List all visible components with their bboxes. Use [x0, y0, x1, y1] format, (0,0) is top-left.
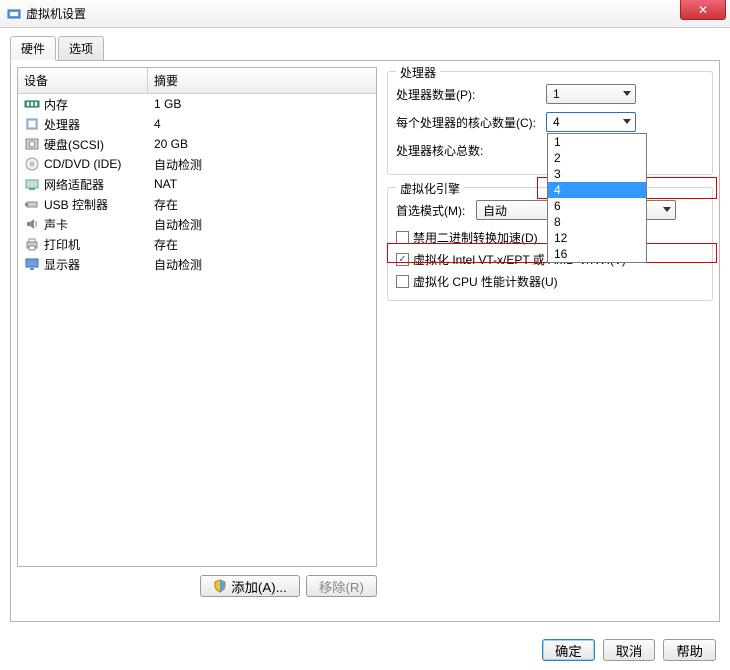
cores-value: 4	[553, 115, 560, 129]
chevron-down-icon	[623, 91, 631, 96]
total-cores-label: 处理器核心总数:	[396, 142, 546, 159]
cancel-button-label: 取消	[616, 641, 643, 660]
checkbox-cpu-counter[interactable]	[396, 275, 409, 288]
remove-button-label: 移除(R)	[319, 577, 364, 596]
cores-option[interactable]: 2	[548, 150, 646, 166]
proc-count-value: 1	[553, 87, 560, 101]
usb-icon	[24, 196, 40, 212]
device-name: 硬盘(SCSI)	[44, 136, 104, 153]
add-button-label: 添加(A)...	[231, 577, 287, 596]
engine-legend: 虚拟化引擎	[396, 180, 464, 197]
cores-label: 每个处理器的核心数量(C):	[396, 114, 546, 131]
tab-hardware[interactable]: 硬件	[10, 36, 56, 61]
device-name: 声卡	[44, 216, 68, 233]
row-proc-count: 处理器数量(P): 1	[396, 82, 704, 106]
device-summary: 自动检测	[148, 215, 376, 234]
device-row[interactable]: 硬盘(SCSI) 20 GB	[18, 134, 376, 154]
proc-count-select[interactable]: 1	[546, 84, 636, 104]
cpu-counter-label: 虚拟化 CPU 性能计数器(U)	[413, 273, 558, 290]
device-name: 网络适配器	[44, 176, 104, 193]
device-summary: 20 GB	[148, 136, 376, 152]
device-name: 内存	[44, 96, 68, 113]
device-name: 打印机	[44, 236, 80, 253]
device-summary: 存在	[148, 195, 376, 214]
checkbox-disable-binary[interactable]	[396, 231, 409, 244]
disk-icon	[24, 136, 40, 152]
close-icon: ✕	[698, 3, 708, 17]
device-buttons-row: 添加(A)... 移除(R)	[17, 567, 377, 597]
help-button[interactable]: 帮助	[663, 639, 716, 661]
device-name: CD/DVD (IDE)	[44, 157, 121, 171]
disable-binary-label: 禁用二进制转换加速(D)	[413, 229, 538, 246]
app-icon	[6, 6, 22, 22]
row-cores-per-proc: 每个处理器的核心数量(C): 4 1234681216	[396, 110, 704, 134]
tab-options[interactable]: 选项	[58, 36, 104, 61]
tab-panel: 设备 摘要 内存 1 GB 处理器 4 硬盘(SCSI) 20 GB CD/DVD (IDE…	[10, 60, 720, 622]
device-row[interactable]: 打印机 存在	[18, 234, 376, 254]
cores-option[interactable]: 16	[548, 246, 646, 262]
device-summary: 自动检测	[148, 155, 376, 174]
device-summary: 存在	[148, 235, 376, 254]
memory-icon	[24, 96, 40, 112]
window-title: 虚拟机设置	[26, 5, 86, 22]
device-name: 处理器	[44, 116, 80, 133]
cd-icon	[24, 156, 40, 172]
chevron-down-icon	[623, 119, 631, 124]
processors-legend: 处理器	[396, 64, 440, 81]
device-name: USB 控制器	[44, 196, 108, 213]
tab-strip: 硬件 选项	[10, 36, 720, 61]
device-summary: 1 GB	[148, 96, 376, 112]
cores-dropdown[interactable]: 1234681216	[547, 133, 647, 263]
device-row[interactable]: 处理器 4	[18, 114, 376, 134]
device-table: 设备 摘要 内存 1 GB 处理器 4 硬盘(SCSI) 20 GB CD/DVD (IDE…	[17, 67, 377, 567]
dialog-footer: 确定 取消 帮助	[0, 630, 730, 670]
chevron-down-icon	[663, 207, 671, 212]
right-pane: 处理器 处理器数量(P): 1 每个处理器的核心数量(C): 4 1234681…	[387, 67, 713, 615]
shield-icon	[213, 579, 227, 593]
tab-hardware-label: 硬件	[21, 42, 45, 56]
cores-option[interactable]: 3	[548, 166, 646, 182]
sound-icon	[24, 216, 40, 232]
device-table-header: 设备 摘要	[18, 68, 376, 94]
left-pane: 设备 摘要 内存 1 GB 处理器 4 硬盘(SCSI) 20 GB CD/DVD (IDE…	[17, 67, 377, 615]
help-button-label: 帮助	[676, 641, 703, 660]
mode-value: 自动	[483, 202, 507, 219]
device-row[interactable]: 内存 1 GB	[18, 94, 376, 114]
cores-option[interactable]: 12	[548, 230, 646, 246]
net-icon	[24, 176, 40, 192]
device-row[interactable]: 网络适配器 NAT	[18, 174, 376, 194]
tab-options-label: 选项	[69, 42, 93, 56]
cores-select[interactable]: 4 1234681216	[546, 112, 636, 132]
processors-group: 处理器 处理器数量(P): 1 每个处理器的核心数量(C): 4 1234681…	[387, 71, 713, 175]
device-summary: NAT	[148, 176, 376, 192]
cores-option[interactable]: 6	[548, 198, 646, 214]
device-summary: 自动检测	[148, 255, 376, 274]
add-button[interactable]: 添加(A)...	[200, 575, 300, 597]
device-summary: 4	[148, 116, 376, 132]
cancel-button[interactable]: 取消	[603, 639, 656, 661]
ok-button-label: 确定	[555, 641, 582, 660]
header-device[interactable]: 设备	[18, 68, 148, 93]
device-name: 显示器	[44, 256, 80, 273]
proc-count-label: 处理器数量(P):	[396, 86, 546, 103]
device-row[interactable]: USB 控制器 存在	[18, 194, 376, 214]
cores-option[interactable]: 4	[548, 182, 646, 198]
device-row[interactable]: 显示器 自动检测	[18, 254, 376, 274]
header-summary[interactable]: 摘要	[148, 68, 376, 93]
close-button[interactable]: ✕	[680, 0, 726, 20]
display-icon	[24, 256, 40, 272]
ok-button[interactable]: 确定	[542, 639, 595, 661]
printer-icon	[24, 236, 40, 252]
cores-option[interactable]: 1	[548, 134, 646, 150]
dialog-content: 硬件 选项 设备 摘要 内存 1 GB 处理器 4 硬盘(SCSI) 20 GB CD/DV…	[0, 28, 730, 630]
remove-button: 移除(R)	[306, 575, 377, 597]
cpu-icon	[24, 116, 40, 132]
cores-option[interactable]: 8	[548, 214, 646, 230]
device-row[interactable]: CD/DVD (IDE) 自动检测	[18, 154, 376, 174]
device-row[interactable]: 声卡 自动检测	[18, 214, 376, 234]
title-bar: 虚拟机设置 ✕	[0, 0, 730, 28]
mode-label: 首选模式(M):	[396, 202, 476, 219]
row-cpu-counter[interactable]: 虚拟化 CPU 性能计数器(U)	[396, 270, 704, 292]
checkbox-vt[interactable]: ✓	[396, 253, 409, 266]
